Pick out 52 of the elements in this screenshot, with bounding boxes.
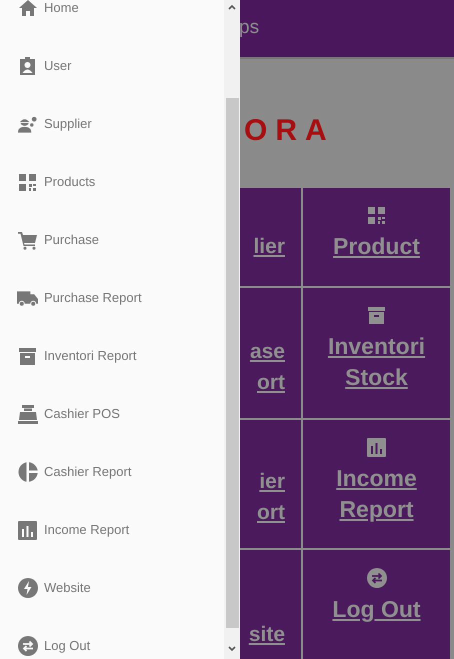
scrollbar-thumb[interactable] <box>226 98 238 628</box>
tile-link[interactable]: Income Report <box>316 463 436 525</box>
qr-code-icon <box>18 172 37 192</box>
menu-tile[interactable]: Product <box>303 188 450 286</box>
tile-link[interactable]: Product <box>316 231 436 262</box>
tile-link[interactable]: lier <box>253 231 285 262</box>
home-icon <box>18 0 38 17</box>
tile-link[interactable]: site <box>248 619 285 650</box>
scroll-up-icon[interactable] <box>228 4 236 10</box>
menu-item[interactable]: Website <box>0 559 224 617</box>
tile-link[interactable]: ier <box>259 466 285 497</box>
menu-tile[interactable]: site <box>240 550 301 659</box>
cart-icon <box>18 230 38 250</box>
logo-text: ORA <box>244 116 335 146</box>
menu-item[interactable]: Inventori Report <box>0 327 224 385</box>
scrollbar[interactable] <box>224 0 240 659</box>
tile-link[interactable]: ort <box>257 367 285 398</box>
truck-icon <box>17 290 38 306</box>
menu-item[interactable]: Supplier <box>0 95 224 153</box>
tile-link[interactable]: Inventori Stock <box>316 331 436 393</box>
menu-item[interactable]: Purchase Report <box>0 269 224 327</box>
bar-chart-icon <box>18 520 37 540</box>
bar-chart-icon <box>367 438 386 457</box>
menu-item[interactable]: Products <box>0 153 224 211</box>
scroll-down-icon[interactable] <box>228 646 236 652</box>
archive-box-icon <box>367 306 386 325</box>
menu-item[interactable]: Log Out <box>0 617 224 659</box>
menu-tile[interactable]: Income Report <box>303 420 450 548</box>
lightning-icon <box>18 578 38 598</box>
swap-arrows-icon <box>366 568 386 588</box>
pie-chart-icon <box>18 462 38 482</box>
menu-item[interactable]: Cashier POS <box>0 385 224 443</box>
worker-gear-icon <box>17 115 38 133</box>
tile-link[interactable]: Log Out <box>316 594 436 625</box>
tile-link[interactable]: ort <box>257 497 285 528</box>
archive-box-icon <box>18 346 37 366</box>
menu-item[interactable]: Cashier Report <box>0 443 224 501</box>
menu-tile[interactable]: ase ort <box>240 288 301 418</box>
id-badge-icon <box>18 56 37 76</box>
qr-code-icon <box>367 206 386 225</box>
cash-register-icon <box>18 404 38 424</box>
tile-link[interactable]: ase <box>250 336 285 367</box>
app-title: ps <box>239 18 260 37</box>
menu-item[interactable]: Income Report <box>0 501 224 559</box>
menu-tile[interactable]: Log Out <box>303 550 450 659</box>
menu-tile[interactable]: Inventori Stock <box>303 288 450 418</box>
menu-tile[interactable]: ier ort <box>240 420 301 548</box>
menu-item[interactable]: User <box>0 37 224 95</box>
menu-item[interactable]: Purchase <box>0 211 224 269</box>
menu-tile[interactable]: lier <box>240 188 301 286</box>
menu-item[interactable]: Home <box>0 0 224 37</box>
swap-arrows-icon <box>18 636 38 656</box>
